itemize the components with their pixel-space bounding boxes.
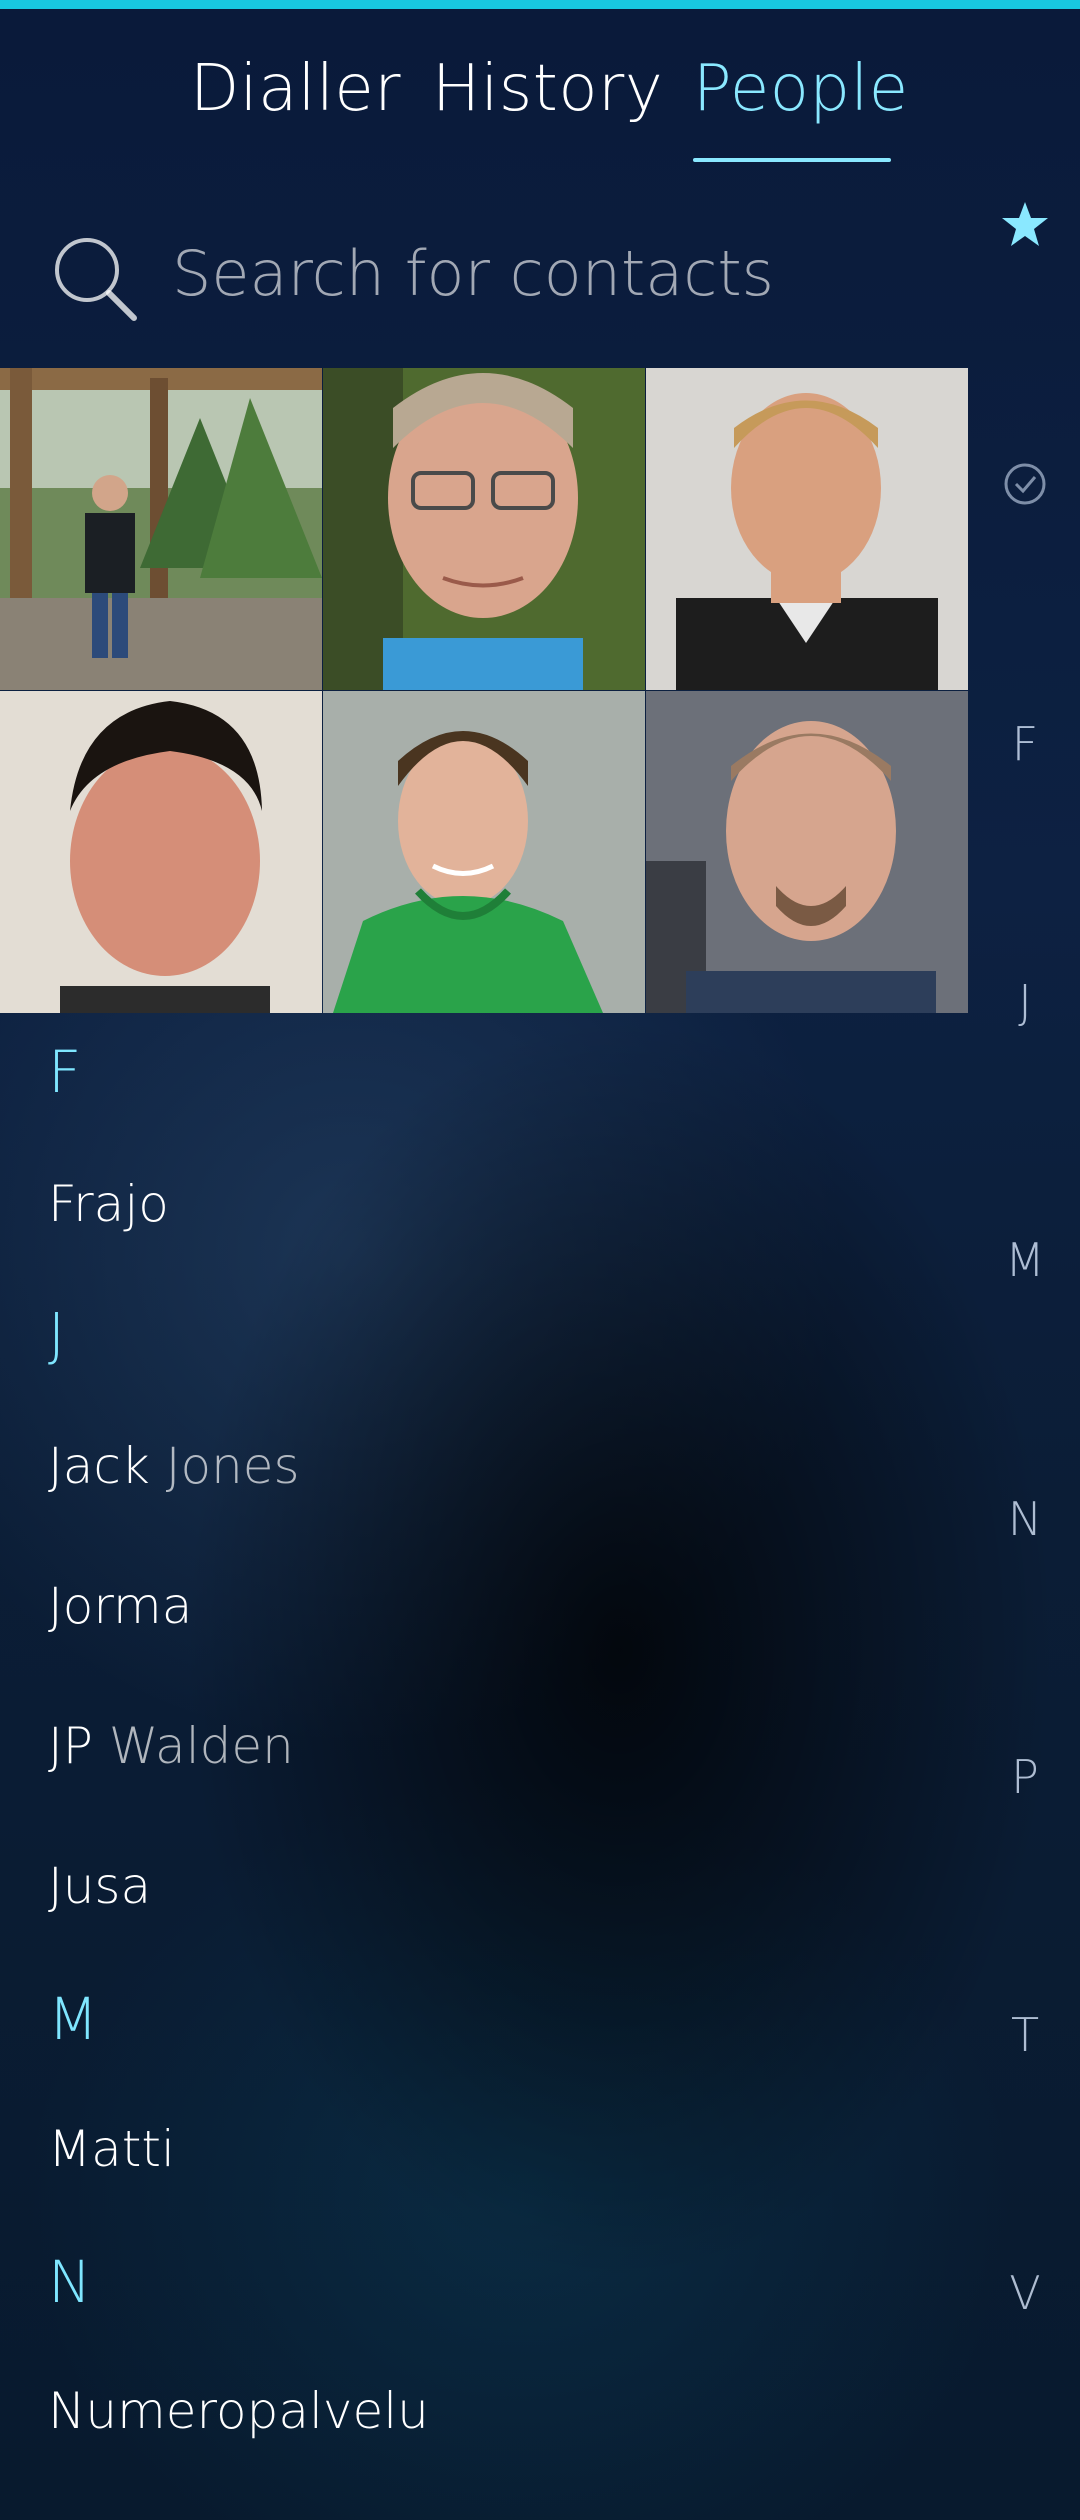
index-letter-j[interactable]: J [970, 975, 1080, 1029]
favorite-contact-2[interactable] [323, 368, 645, 690]
contact-item[interactable]: JP Walden [48, 1717, 294, 1775]
section-header-m: M [48, 1985, 99, 2053]
section-header-f: F [48, 1038, 82, 1106]
index-letter-p[interactable]: P [970, 1750, 1080, 1804]
contact-first-name: JP [48, 1717, 93, 1775]
contact-first-name: Jack [48, 1437, 150, 1495]
contact-item[interactable]: Jack Jones [48, 1437, 300, 1495]
section-header-n: N [48, 2248, 92, 2316]
avatar-green-hoodie-man [323, 691, 645, 1013]
avatar-outdoor-man [0, 368, 322, 690]
contact-item[interactable]: Matti [48, 2120, 175, 2178]
contact-first-name: Numeropalvelu [48, 2382, 429, 2440]
search-bar[interactable]: Search for contacts [50, 225, 950, 335]
contact-first-name: Jorma [48, 1577, 193, 1635]
favorites-grid [0, 368, 968, 1014]
tab-bar: Dialler History People [0, 52, 1080, 172]
index-letter-m[interactable]: M [970, 1233, 1080, 1287]
star-icon[interactable] [1000, 200, 1050, 250]
avatar-blond-man [646, 368, 968, 690]
contact-item[interactable]: Numeropalvelu [48, 2382, 429, 2440]
search-icon [55, 238, 137, 321]
active-tab-indicator [693, 158, 891, 162]
tab-people[interactable]: People [693, 52, 909, 126]
index-letter-f[interactable]: F [970, 717, 1080, 771]
contact-first-name: Matti [48, 2120, 175, 2178]
contact-item[interactable]: Frajo [48, 1175, 169, 1233]
index-letter-t[interactable]: T [970, 2008, 1080, 2062]
favorite-contact-3[interactable] [646, 368, 968, 690]
favorite-contact-1[interactable] [0, 368, 322, 690]
contact-item[interactable]: Jusa [48, 1857, 151, 1915]
contact-last-name: Jones [165, 1437, 300, 1495]
tab-dialler[interactable]: Dialler [190, 52, 401, 126]
contact-last-name: Walden [108, 1717, 294, 1775]
index-letter-n[interactable]: N [970, 1492, 1080, 1546]
contact-first-name: Jusa [48, 1857, 152, 1915]
search-input[interactable]: Search for contacts [172, 237, 774, 310]
tab-history[interactable]: History [432, 52, 663, 126]
avatar-glasses-man [323, 368, 645, 690]
avatar-bald-man [646, 691, 968, 1013]
check-circle-icon[interactable] [1003, 462, 1047, 506]
contact-item[interactable]: Jorma [48, 1577, 192, 1635]
favorite-contact-4[interactable] [0, 691, 322, 1013]
section-header-j: J [48, 1300, 66, 1368]
contact-first-name: Frajo [48, 1175, 169, 1233]
status-accent-bar [0, 0, 1080, 9]
favorite-contact-5[interactable] [323, 691, 645, 1013]
avatar-darkhair-man [0, 691, 322, 1013]
favorite-contact-6[interactable] [646, 691, 968, 1013]
alphabet-index[interactable]: F J M N P T V [970, 0, 1080, 2520]
index-letter-v[interactable]: V [970, 2266, 1080, 2320]
